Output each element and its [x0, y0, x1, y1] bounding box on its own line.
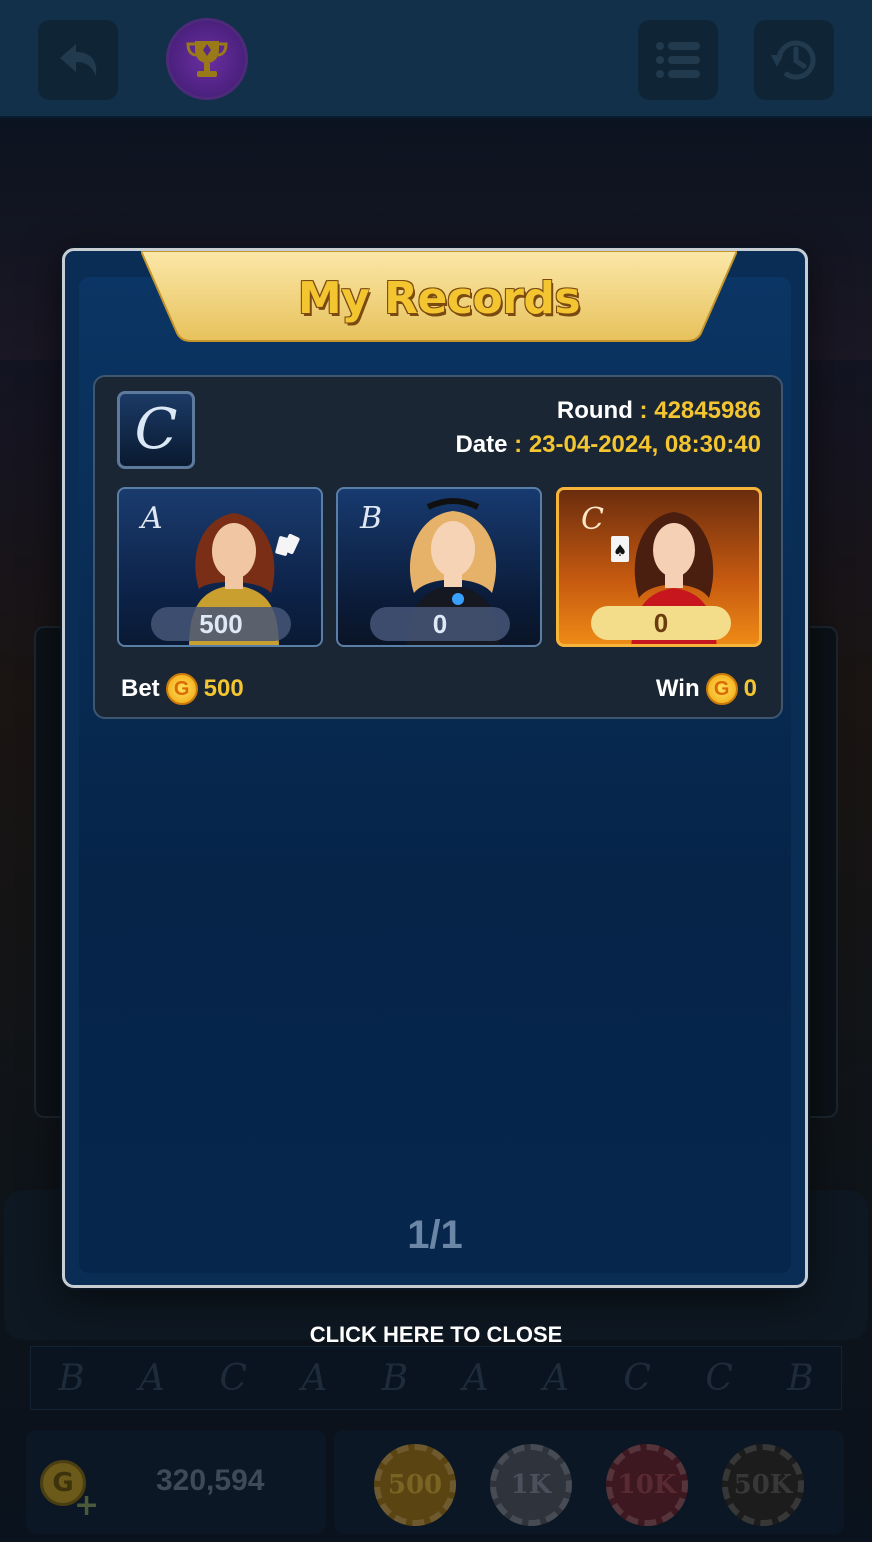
- top-bar: [0, 0, 872, 118]
- player-a-bet: 500: [151, 607, 291, 641]
- history-result: C: [219, 1357, 247, 1399]
- history-result: A: [543, 1357, 570, 1399]
- player-c-bet: 0: [591, 606, 731, 640]
- total-bet: Bet G 500: [121, 673, 244, 705]
- date-info: Date : 23-04-2024, 08:30:40: [455, 431, 761, 458]
- winning-result-badge: C: [117, 391, 195, 469]
- round-value: 42845986: [654, 397, 761, 424]
- history-clock-icon: [771, 40, 816, 80]
- back-arrow-icon: [60, 44, 97, 76]
- gold-coin-icon: G: [705, 673, 738, 705]
- title-banner: My Records: [141, 251, 737, 343]
- add-coins-button[interactable]: +: [74, 1488, 99, 1523]
- chip-selector: 500 1K 10K 50K: [334, 1430, 844, 1534]
- record-card: C Round : 42845986 Date : 23-04-2024, 08…: [93, 375, 783, 719]
- dialog-title: My Records: [297, 273, 581, 324]
- bet-label: Bet: [121, 675, 160, 702]
- date-label: Date: [455, 431, 508, 458]
- history-result: C: [705, 1357, 733, 1399]
- chip-50k[interactable]: 50K: [722, 1444, 804, 1526]
- history-button[interactable]: [754, 20, 834, 100]
- trophy-icon: [186, 41, 228, 77]
- history-result: B: [381, 1357, 409, 1399]
- history-result: A: [462, 1357, 489, 1399]
- leaderboard-button[interactable]: [166, 18, 248, 100]
- player-card-b: B 0: [336, 487, 542, 647]
- close-dialog-button[interactable]: CLICK HERE TO CLOSE: [0, 1322, 872, 1348]
- player-card-c-winner: ♠ C 0: [556, 487, 762, 647]
- history-result: B: [58, 1357, 85, 1399]
- win-label: Win: [655, 675, 700, 702]
- player-b-letter: B: [360, 501, 383, 536]
- gold-coin-icon: G: [165, 673, 198, 705]
- history-result: A: [139, 1357, 166, 1399]
- win-value: 0: [743, 675, 757, 702]
- bet-value: 500: [203, 675, 244, 702]
- round-label: Round: [556, 397, 633, 424]
- total-win: Win G 0: [656, 673, 757, 705]
- balance-value: 320,594: [156, 1464, 265, 1497]
- player-b-bet: 0: [370, 607, 510, 641]
- results-history-strip: B A C A B A A C C B: [30, 1346, 842, 1410]
- history-result: A: [301, 1357, 328, 1399]
- balance-panel: G + 320,594: [26, 1430, 326, 1534]
- svg-text:♠: ♠: [613, 541, 627, 560]
- round-info: Round : 42845986: [556, 397, 761, 424]
- page-indicator: 1/1: [407, 1213, 463, 1257]
- chip-1k[interactable]: 1K: [490, 1444, 572, 1526]
- back-button[interactable]: [38, 20, 118, 100]
- chip-10k[interactable]: 10K: [606, 1444, 688, 1526]
- menu-button[interactable]: [638, 20, 718, 100]
- history-result: C: [623, 1357, 651, 1399]
- winning-result-letter: C: [134, 397, 178, 462]
- menu-list-icon: [656, 42, 700, 78]
- history-result: B: [787, 1357, 814, 1399]
- player-card-a: A 500: [117, 487, 323, 647]
- chip-500[interactable]: 500: [374, 1444, 456, 1526]
- player-c-letter: C: [581, 502, 604, 537]
- player-a-letter: A: [141, 501, 163, 536]
- date-value: 23-04-2024, 08:30:40: [528, 431, 761, 458]
- my-records-dialog: My Records C Round : 42845986 Date : 23-…: [62, 248, 808, 1288]
